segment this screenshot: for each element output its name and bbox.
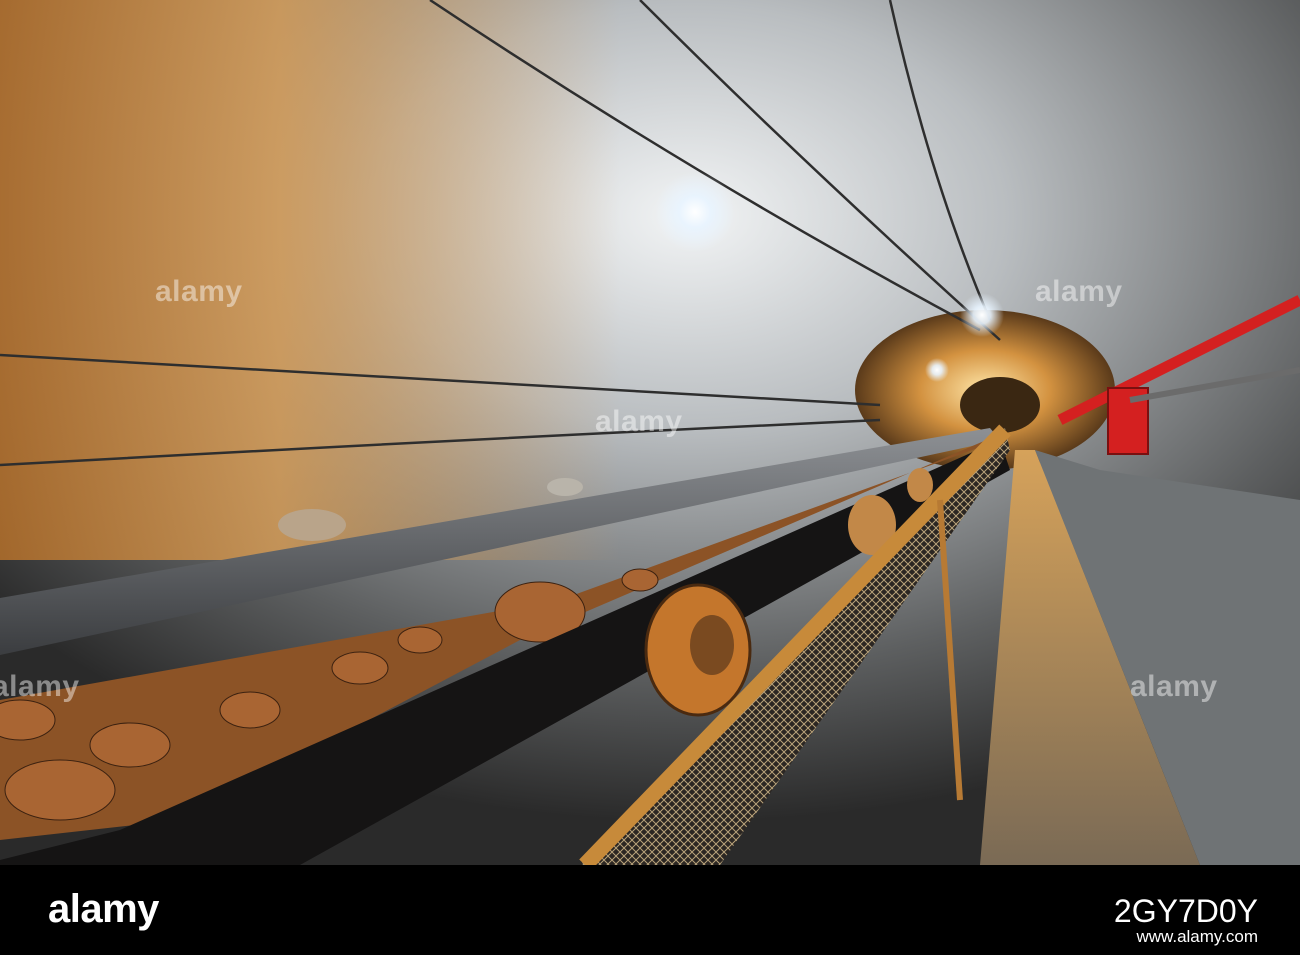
far-tunnel-end — [960, 377, 1040, 433]
image-id: 2GY7D0Y — [1113, 893, 1258, 929]
brand-logo: alamy — [48, 887, 159, 931]
stock-photo: alamy alamy alamy alamy alamy alamy 2GY7… — [0, 0, 1300, 955]
ceiling-lamp-near — [655, 172, 735, 252]
mine-tunnel-photo: alamy alamy alamy alamy alamy — [0, 0, 1300, 865]
ceiling-lamp-mid — [960, 293, 1004, 337]
brand-url: www.alamy.com — [1136, 927, 1258, 946]
warm-lit-left-wall — [0, 0, 620, 560]
tunnel-scene — [0, 0, 1300, 865]
stock-footer-bar: alamy 2GY7D0Y www.alamy.com — [0, 865, 1300, 955]
ceiling-lamp-far — [925, 358, 949, 382]
